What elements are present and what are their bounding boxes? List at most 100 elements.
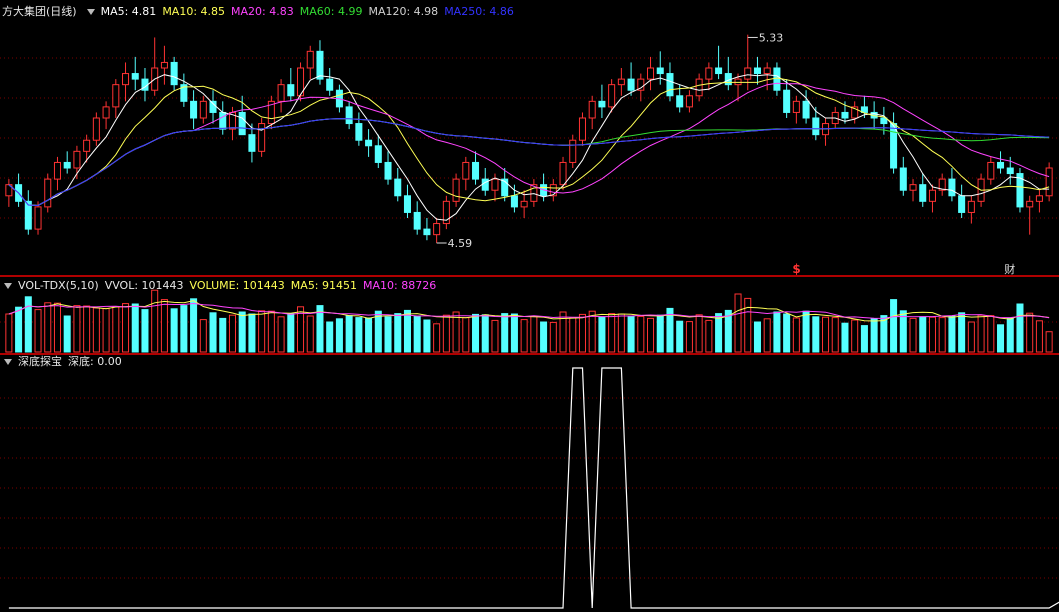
candle-body xyxy=(102,106,110,119)
candle-body xyxy=(34,206,42,230)
candle-body xyxy=(958,195,966,213)
volume-bar xyxy=(530,315,538,353)
candle-body xyxy=(773,67,781,91)
volume-bar xyxy=(1035,320,1043,353)
candle-body xyxy=(948,178,956,197)
dropdown-icon[interactable] xyxy=(86,8,95,15)
volume-bar xyxy=(63,315,71,353)
volume-bar xyxy=(520,319,528,353)
volume-label: VOLUME: 101443 xyxy=(189,279,285,292)
volume-bar xyxy=(919,316,927,353)
ma250-label: MA250: 4.86 xyxy=(444,5,514,18)
candle-body xyxy=(967,200,975,213)
volume-bar xyxy=(365,317,373,353)
volume-bar xyxy=(637,315,645,353)
volume-bar xyxy=(112,306,120,353)
candle-body xyxy=(63,161,71,169)
volume-bar xyxy=(977,314,985,353)
volume-bar xyxy=(773,311,781,353)
candle-body xyxy=(472,161,480,180)
dropdown-icon[interactable] xyxy=(4,358,12,365)
volume-bar xyxy=(219,317,227,353)
candle-body xyxy=(578,117,586,141)
volume-bar xyxy=(209,312,217,353)
volume-bar xyxy=(812,316,820,353)
volume-bar xyxy=(44,302,52,353)
candle-body xyxy=(316,50,324,80)
candle-body xyxy=(559,161,567,186)
volume-bar xyxy=(122,303,130,353)
candle-body xyxy=(112,84,120,108)
volume-bar xyxy=(442,314,450,353)
volume-bar xyxy=(549,321,557,353)
volume-bar xyxy=(627,315,635,353)
candle-body xyxy=(394,178,402,197)
volume-bar xyxy=(5,313,13,353)
volume-bar xyxy=(588,310,596,353)
volume-bar xyxy=(1045,331,1053,353)
candle-body xyxy=(812,117,820,136)
candle-body xyxy=(608,84,616,108)
candle-body xyxy=(160,61,168,69)
volume-bar xyxy=(238,311,246,353)
indicator-value: 深底: 0.00 xyxy=(68,355,122,368)
vol-ma5-label: MA5: 91451 xyxy=(290,279,358,292)
ma60-label: MA60: 4.99 xyxy=(299,5,363,18)
candle-body xyxy=(715,67,723,75)
candle-body xyxy=(238,111,246,136)
candle-body xyxy=(190,100,198,119)
volume-bar xyxy=(335,318,343,353)
candle-body xyxy=(122,73,130,86)
volume-bar xyxy=(1016,303,1024,353)
candle-body xyxy=(73,150,81,169)
dropdown-icon[interactable] xyxy=(4,282,12,289)
volume-bar xyxy=(374,310,382,353)
volume-bar xyxy=(15,306,23,353)
volume-bar xyxy=(228,314,236,353)
candle-body xyxy=(1006,167,1014,175)
volume-bar xyxy=(647,317,655,353)
volume-bar xyxy=(734,293,742,353)
volume-bar xyxy=(851,319,859,353)
candle-body xyxy=(277,84,285,102)
candle-body xyxy=(423,228,431,236)
candle-body xyxy=(92,117,100,141)
volume-bar xyxy=(151,289,159,353)
ma10-label: MA10: 4.85 xyxy=(162,5,226,18)
volume-bar xyxy=(1006,317,1014,353)
volume-bar xyxy=(452,311,460,353)
volume-bar xyxy=(24,296,32,353)
candle-body xyxy=(345,106,353,125)
volume-bar xyxy=(306,315,314,353)
candle-body xyxy=(170,61,178,86)
event-marker-dollar: $ xyxy=(792,262,800,276)
ma120-label: MA120: 4.98 xyxy=(368,5,439,18)
indicator-header: 深底探宝 深底: 0.00 xyxy=(2,354,128,370)
candle-body xyxy=(802,100,810,119)
candle-body xyxy=(656,67,664,75)
volume-bar xyxy=(783,313,791,353)
volume-bar xyxy=(598,316,606,353)
candle-body xyxy=(413,211,421,230)
candle-body xyxy=(520,200,528,208)
volume-bar xyxy=(860,325,868,353)
volume-bar xyxy=(753,321,761,353)
volume-bar xyxy=(180,305,188,353)
volume-bar xyxy=(997,324,1005,353)
candle-body xyxy=(753,67,761,75)
candle-body xyxy=(326,78,334,91)
candle-body xyxy=(287,84,295,97)
candle-body xyxy=(617,78,625,86)
volume-bar xyxy=(909,317,917,353)
volume-bar xyxy=(345,315,353,353)
high-price-label: 5.33 xyxy=(759,31,784,44)
volume-bar xyxy=(578,313,586,353)
volume-bar xyxy=(831,317,839,353)
volume-bar xyxy=(967,321,975,353)
candle-body xyxy=(841,111,849,119)
candle-body xyxy=(1026,200,1034,208)
candle-body xyxy=(734,78,742,86)
candle-body xyxy=(598,100,606,108)
stock-chart[interactable]: 5.33 4.59 $ 财 xyxy=(0,0,1059,612)
candle-body xyxy=(792,100,800,113)
